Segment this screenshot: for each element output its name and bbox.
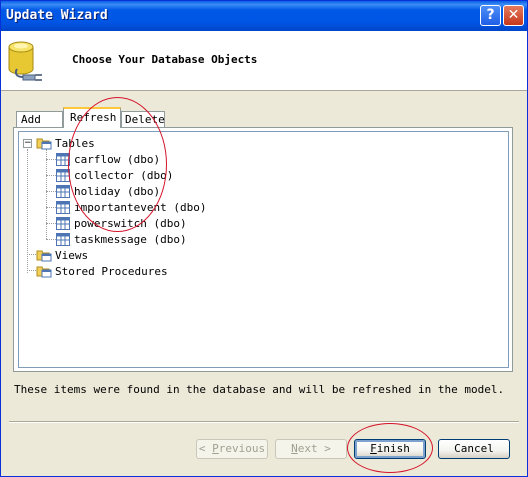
tree-procs-connector [27, 270, 36, 271]
tab-refresh[interactable]: Refresh [63, 107, 121, 128]
tree-table-item[interactable]: holiday (dbo) [56, 183, 160, 199]
close-icon: ✕ [507, 7, 520, 23]
help-button[interactable]: ? [480, 5, 501, 26]
stored-procedures-folder-icon [36, 266, 52, 278]
wizard-header: Choose Your Database Objects [1, 31, 527, 91]
tree-node-stored-procedures[interactable]: Stored Procedures [36, 263, 168, 279]
title-bar[interactable]: Update Wizard ? ✕ [1, 1, 527, 31]
table-icon [56, 152, 70, 166]
table-name: holiday (dbo) [74, 184, 161, 198]
views-folder-icon [36, 250, 52, 262]
close-button[interactable]: ✕ [503, 5, 524, 26]
tree-table-item[interactable]: taskmessage (dbo) [56, 231, 187, 247]
table-icon [56, 200, 70, 214]
update-wizard-window: Update Wizard ? ✕ Choose Your Database O… [0, 0, 528, 477]
cancel-label: Cancel [454, 442, 494, 455]
tree-connector [46, 175, 56, 176]
tab-refresh-label: Refresh [70, 111, 117, 124]
tree-table-item[interactable]: powerswitch (dbo) [56, 215, 187, 231]
tree-connector [46, 207, 56, 208]
tree-node-label: Views [55, 248, 89, 262]
tree-table-item[interactable]: collector (dbo) [56, 167, 173, 183]
table-name: powerswitch (dbo) [74, 216, 187, 230]
table-name: taskmessage (dbo) [74, 232, 187, 246]
table-icon [56, 184, 70, 198]
tree-connector [46, 239, 56, 240]
database-connection-icon [8, 41, 42, 81]
tree-connector [46, 223, 56, 224]
tree-table-item[interactable]: importantevent (dbo) [56, 199, 206, 215]
window-title: Update Wizard [6, 8, 108, 23]
table-icon [56, 216, 70, 230]
tree-connector [46, 159, 56, 160]
tree-table-item[interactable]: carflow (dbo) [56, 151, 160, 167]
previous-button[interactable]: < Previous [196, 439, 268, 459]
table-icon [56, 168, 70, 182]
tab-delete[interactable]: Delete [121, 111, 165, 127]
page-title: Choose Your Database Objects [72, 53, 258, 66]
previous-prefix: < [198, 442, 213, 455]
tab-add[interactable]: Add [16, 111, 63, 127]
tree-node-label: Stored Procedures [55, 264, 168, 278]
next-accel: N [291, 442, 298, 455]
finish-button[interactable]: Finish [354, 439, 426, 459]
finish-rest: inish [376, 442, 410, 455]
tables-collapse-toggle[interactable]: − [23, 139, 32, 148]
cancel-button[interactable]: Cancel [438, 439, 510, 459]
tab-delete-label: Delete [125, 113, 165, 126]
previous-rest: revious [218, 442, 266, 455]
tables-folder-icon [36, 138, 52, 150]
table-name: carflow (dbo) [74, 152, 161, 166]
next-button[interactable]: Next > [275, 439, 347, 459]
tab-add-label: Add [21, 113, 41, 126]
previous-accel: P [212, 442, 219, 455]
tree-node-tables[interactable]: Tables [36, 135, 95, 151]
database-objects-tree[interactable]: − Tables carflow (dbo) collector (dbo) h… [18, 131, 509, 368]
footer-divider [9, 421, 519, 423]
tree-views-connector [27, 254, 36, 255]
tree-node-label: Tables [55, 136, 95, 150]
tree-connector [46, 191, 56, 192]
tree-tables-line [46, 149, 47, 239]
finish-accel: F [370, 442, 377, 455]
table-name: importantevent (dbo) [74, 200, 207, 214]
tree-node-views[interactable]: Views [36, 247, 88, 263]
table-icon [56, 232, 70, 246]
table-name: collector (dbo) [74, 168, 174, 182]
help-icon: ? [486, 7, 495, 23]
status-text: These items were found in the database a… [14, 383, 505, 396]
next-rest: ext > [297, 442, 331, 455]
